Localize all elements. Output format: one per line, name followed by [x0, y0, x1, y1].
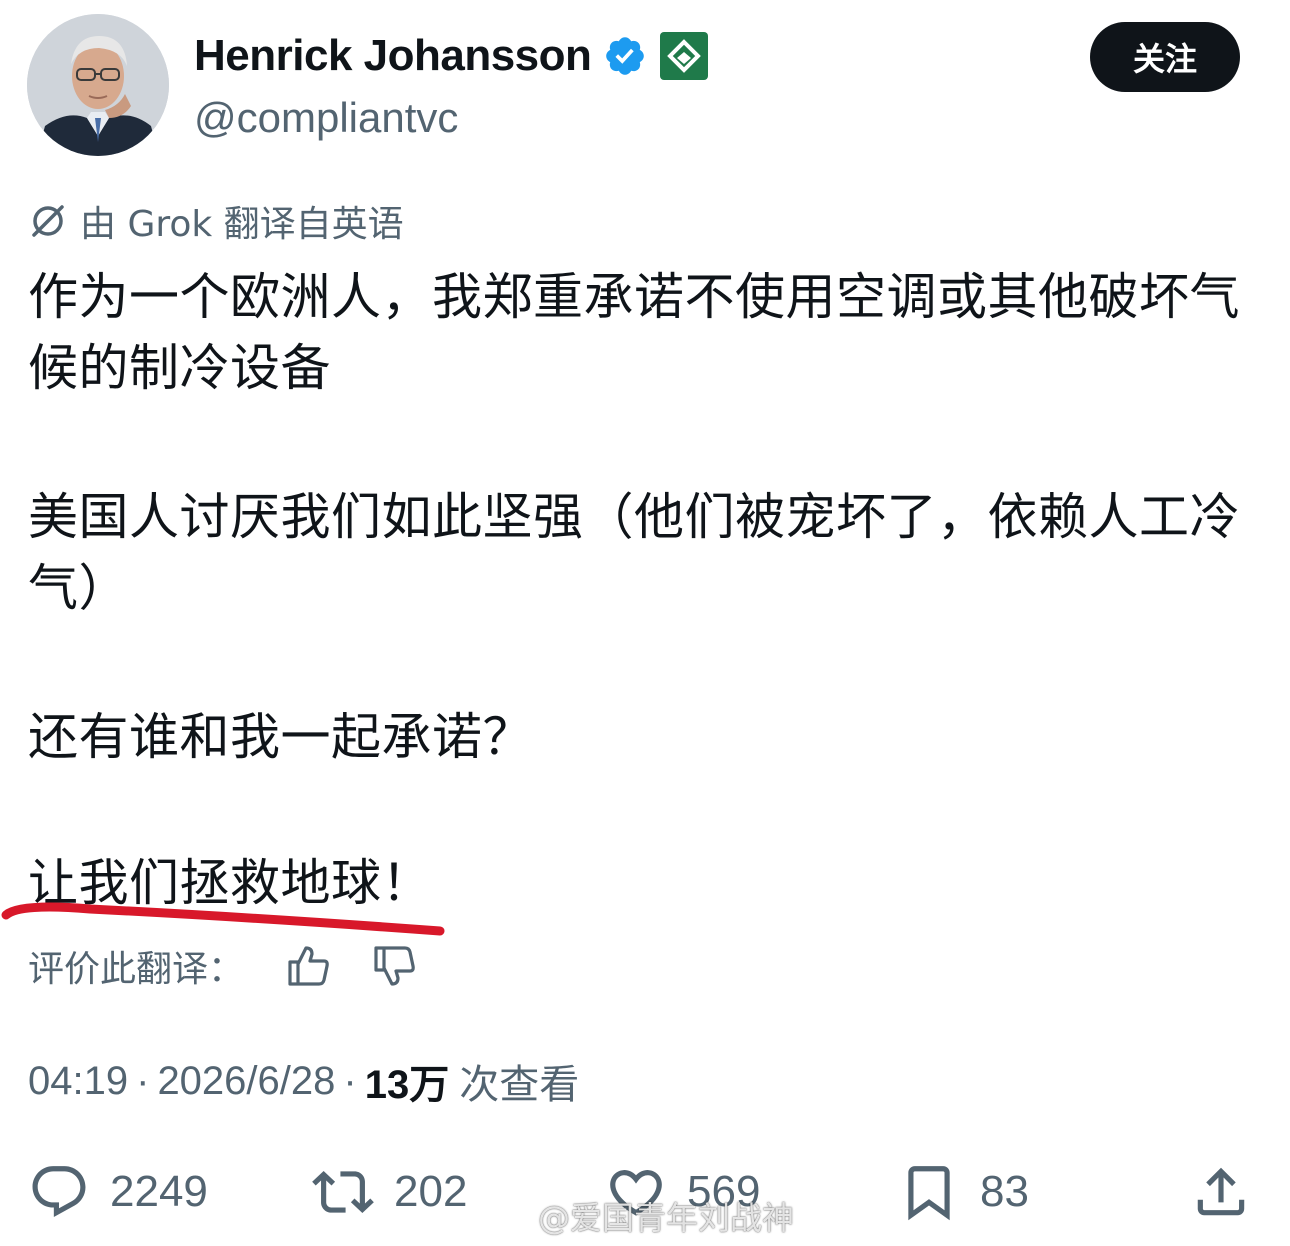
- weibo-logo-icon: [491, 1203, 528, 1232]
- share-button[interactable]: [1190, 1152, 1252, 1232]
- rate-translation: 评价此翻译：: [28, 940, 418, 992]
- author-handle[interactable]: @compliantvc: [194, 94, 458, 142]
- translation-label: 由 Grok 翻译自英语: [80, 204, 404, 245]
- tweet-paragraph-2: 美国人讨厌我们如此坚强（他们被宠坏了，依赖人工冷气）: [28, 488, 1240, 617]
- views-count: 13万: [364, 1063, 450, 1107]
- bookmark-button[interactable]: 83: [898, 1152, 1029, 1232]
- verified-badge-icon: [606, 37, 645, 75]
- tweet-paragraph-3: 还有谁和我一起承诺？: [28, 708, 533, 766]
- tweet-date[interactable]: 2026/6/28: [157, 1059, 335, 1104]
- author-name-row: Henrick Johansson: [194, 28, 709, 84]
- follow-button[interactable]: 关注: [1090, 22, 1240, 92]
- thumbs-down-icon[interactable]: [370, 942, 418, 990]
- tweet-time[interactable]: 04:19: [28, 1059, 128, 1104]
- affiliate-badge-icon: [660, 32, 709, 80]
- watermark-text: @爱国青年刘战神: [538, 1199, 795, 1237]
- meta-separator: ·: [343, 1058, 357, 1103]
- retweet-count: 202: [394, 1167, 468, 1216]
- tweet-paragraph-1: 作为一个欧洲人，我郑重承诺不使用空调或其他破坏气候的制冷设备: [28, 268, 1240, 397]
- red-underline-annotation: [1, 902, 445, 936]
- bookmark-icon: [908, 1166, 950, 1221]
- rate-translation-label: 评价此翻译：: [28, 949, 245, 990]
- thumbs-up-icon[interactable]: [284, 942, 332, 990]
- retweet-icon: [312, 1171, 374, 1213]
- bookmark-count: 83: [980, 1167, 1029, 1216]
- tweet-meta: 04:19 · 2026/6/28 · 13万 次查看: [28, 1052, 579, 1110]
- avatar[interactable]: [27, 14, 169, 156]
- grok-icon: [32, 205, 64, 237]
- reply-icon: [32, 1166, 86, 1218]
- author-name[interactable]: Henrick Johansson: [194, 31, 592, 81]
- reply-button[interactable]: 2249: [28, 1152, 208, 1232]
- avatar-photo: [27, 14, 169, 156]
- meta-separator: ·: [136, 1058, 150, 1103]
- watermark: @爱国青年刘战神: [490, 1196, 795, 1237]
- retweet-button[interactable]: 202: [312, 1152, 467, 1232]
- share-icon: [1197, 1167, 1245, 1216]
- reply-count: 2249: [110, 1167, 208, 1216]
- translation-notice: 由 Grok 翻译自英语: [28, 196, 404, 246]
- views-label: 次查看: [459, 1063, 580, 1107]
